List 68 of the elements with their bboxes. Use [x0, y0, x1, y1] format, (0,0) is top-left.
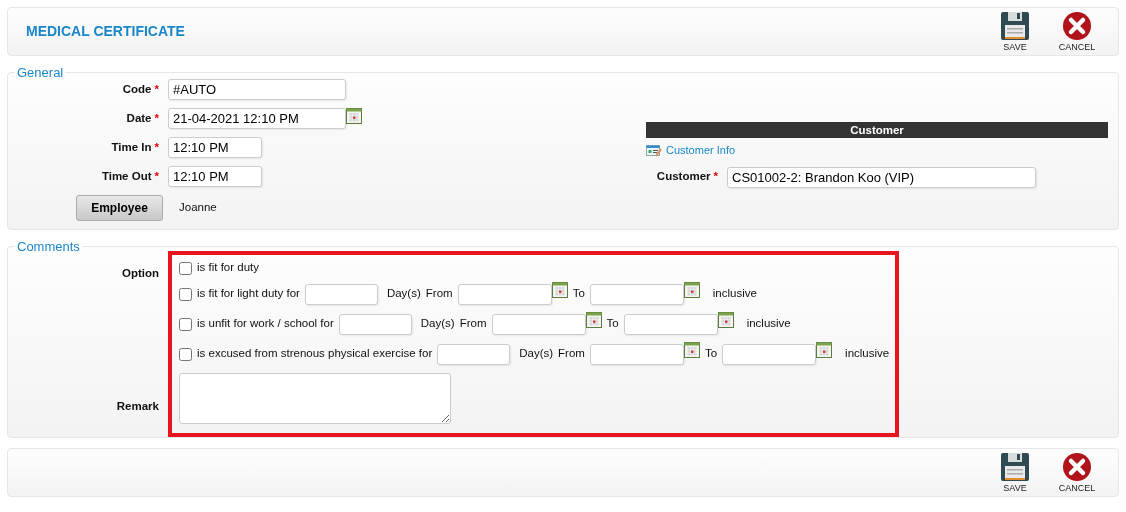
date-field[interactable] — [491, 313, 586, 335]
checkbox[interactable] — [179, 347, 192, 361]
option-label: is excused from strenous physical exercise for — [197, 346, 433, 362]
field-label: Date — [126, 110, 152, 126]
from-label: From — [459, 316, 487, 332]
field-label: Time In — [111, 139, 152, 155]
time-field[interactable]: 12:10 PM — [168, 166, 262, 187]
from-label: From — [425, 286, 453, 302]
required-asterisk: * — [154, 81, 159, 97]
required-asterisk: * — [713, 169, 718, 185]
remark-field[interactable] — [179, 373, 451, 424]
close-icon — [1062, 451, 1092, 482]
date-field[interactable] — [722, 343, 817, 365]
id-card-icon — [646, 143, 662, 157]
time-field[interactable]: 12:10 PM — [168, 137, 262, 158]
employee-button[interactable]: Employee — [76, 195, 163, 221]
field-label: Customer — [656, 169, 711, 185]
cancel-button[interactable]: CANCEL — [1046, 10, 1108, 53]
days-field[interactable] — [437, 343, 511, 365]
to-label: To — [606, 316, 619, 332]
calendar-icon — [585, 311, 602, 328]
inclusive-label: inclusive — [712, 286, 757, 302]
inclusive-label: inclusive — [746, 316, 791, 332]
customer-heading: Customer — [646, 122, 1108, 138]
from-label: From — [558, 346, 585, 362]
cancel-button[interactable]: CANCEL — [1046, 451, 1108, 494]
section-title: Comments — [16, 240, 81, 253]
close-icon — [1062, 10, 1092, 41]
customer-info-link[interactable]: Customer Info — [666, 142, 736, 159]
option-label: is fit for duty — [197, 260, 259, 276]
required-asterisk: * — [154, 139, 159, 155]
section-title: General — [16, 66, 65, 79]
page-title: MEDICAL CERTIFICATE — [26, 22, 185, 41]
employee-name: Joanne — [179, 200, 217, 216]
days-field[interactable] — [304, 283, 378, 305]
calendar-icon — [816, 341, 833, 358]
field-label: Option — [121, 266, 159, 281]
required-asterisk: * — [154, 110, 159, 126]
checkbox[interactable] — [179, 261, 192, 275]
field-label: Time Out — [101, 168, 152, 184]
checkbox[interactable] — [179, 317, 192, 331]
days-label: Day(s) — [519, 346, 554, 362]
field-label: Remark — [116, 399, 159, 414]
required-asterisk: * — [154, 168, 159, 184]
date-field[interactable]: 21-04-2021 12:10 PM — [168, 108, 346, 129]
calendar-icon — [717, 311, 734, 328]
days-label: Day(s) — [420, 316, 455, 332]
field-label: Code — [122, 81, 152, 97]
option-label: is fit for light duty for — [197, 286, 300, 302]
date-field[interactable] — [589, 283, 684, 305]
date-field[interactable] — [589, 343, 684, 365]
date-field[interactable] — [623, 313, 718, 335]
inclusive-label: inclusive — [845, 346, 890, 362]
input-field[interactable]: #AUTO — [168, 79, 346, 100]
calendar-icon — [683, 341, 700, 358]
calendar-icon — [346, 108, 362, 124]
days-field[interactable] — [338, 313, 412, 335]
save-button[interactable]: SAVE — [984, 451, 1046, 494]
customer-field[interactable]: CS01002-2: Brandon Koo (VIP) — [727, 166, 1036, 188]
date-field[interactable] — [457, 283, 552, 305]
calendar-icon — [683, 281, 700, 298]
checkbox[interactable] — [179, 287, 192, 301]
to-label: To — [704, 346, 718, 362]
option-label: is unfit for work / school for — [197, 316, 334, 332]
save-button[interactable]: SAVE — [984, 10, 1046, 53]
calendar-icon — [551, 281, 568, 298]
to-label: To — [572, 286, 585, 302]
days-label: Day(s) — [386, 286, 421, 302]
